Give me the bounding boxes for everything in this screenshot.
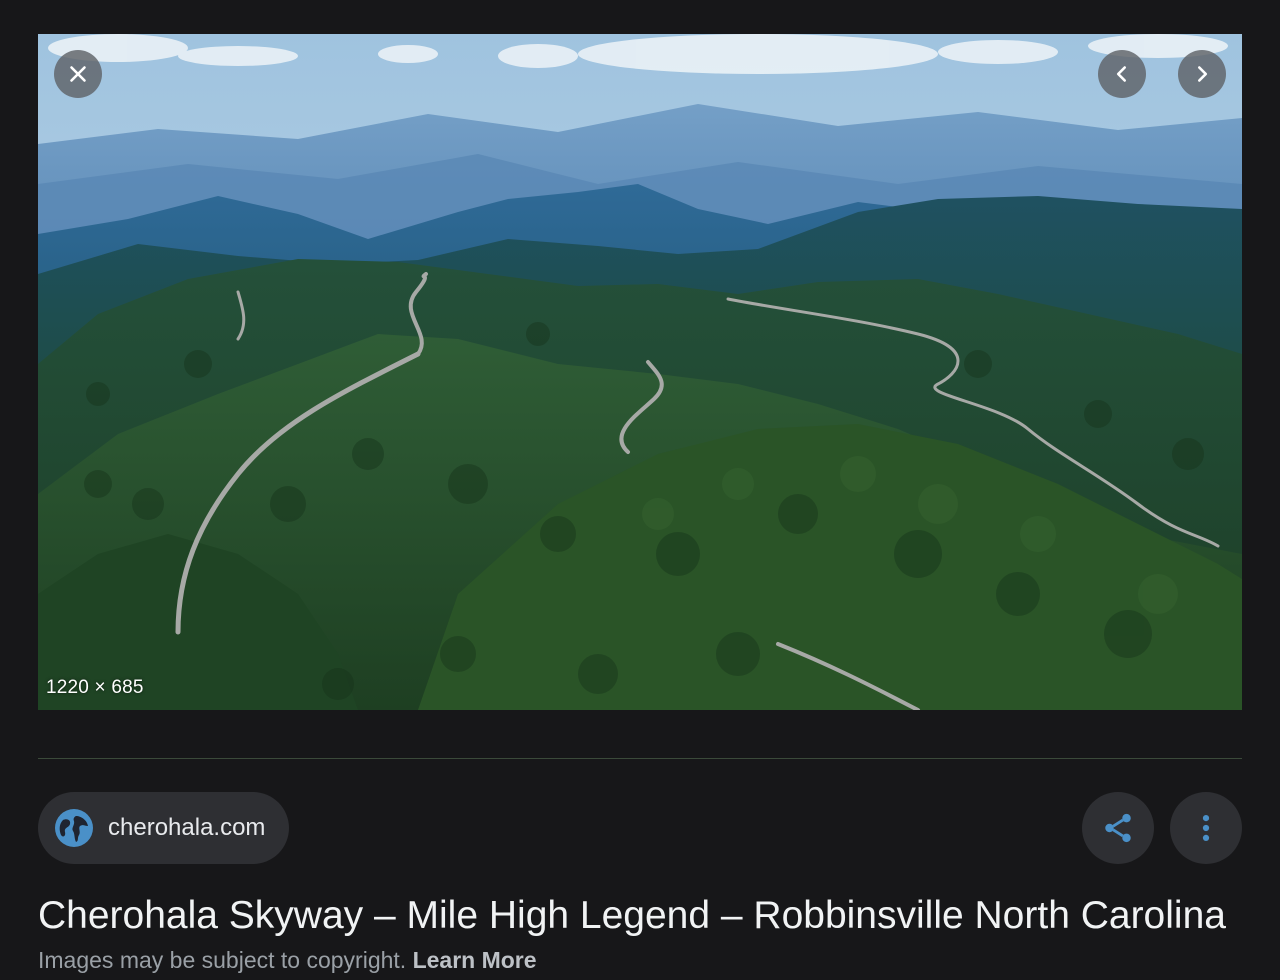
close-button[interactable] — [54, 50, 102, 98]
copyright-text: Images may be subject to copyright. — [38, 947, 407, 973]
divider — [38, 758, 1242, 759]
image-dimensions-label: 1220 × 685 — [46, 677, 144, 698]
image-viewer-panel: 1220 × 685 cherohala.com Cherohala Skywa… — [0, 0, 1280, 980]
globe-icon — [55, 809, 93, 847]
chevron-left-icon — [1116, 66, 1127, 82]
preview-image[interactable] — [38, 34, 1242, 710]
next-image-button[interactable] — [1178, 50, 1226, 98]
more-options-button[interactable] — [1170, 792, 1242, 864]
more-vert-icon — [1202, 814, 1210, 842]
share-button[interactable] — [1082, 792, 1154, 864]
source-site-chip[interactable]: cherohala.com — [38, 792, 289, 864]
chevron-right-icon — [1197, 66, 1208, 82]
source-domain: cherohala.com — [108, 814, 266, 841]
result-title-link[interactable]: Cherohala Skyway – Mile High Legend – Ro… — [38, 892, 1242, 940]
previous-image-button[interactable] — [1098, 50, 1146, 98]
landscape-photo — [38, 34, 1242, 710]
close-icon — [70, 66, 86, 82]
copyright-notice: Images may be subject to copyright. Lear… — [38, 944, 537, 976]
share-icon — [1105, 813, 1131, 843]
learn-more-link[interactable]: Learn More — [413, 947, 537, 973]
